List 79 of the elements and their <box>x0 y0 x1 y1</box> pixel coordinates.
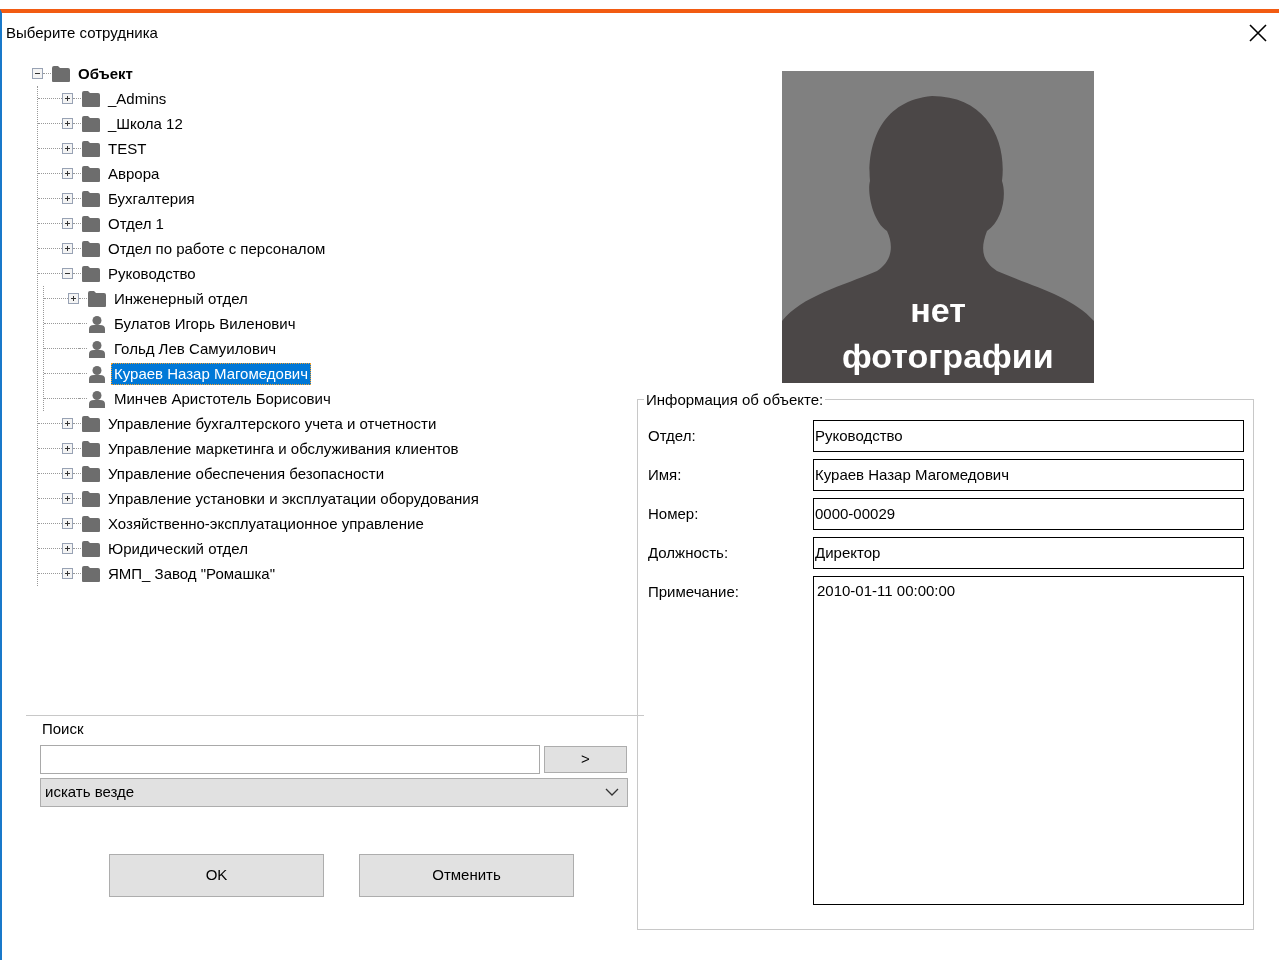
collapse-icon[interactable] <box>62 268 73 279</box>
field-label: Имя: <box>648 465 683 485</box>
expand-icon[interactable] <box>62 568 73 579</box>
folder-icon <box>81 139 101 158</box>
expand-icon[interactable] <box>62 443 73 454</box>
tree-item[interactable]: Инженерный отдел <box>111 287 251 310</box>
tree-item[interactable]: Управление маркетинга и обслуживания клиентов <box>105 437 462 460</box>
expand-icon[interactable] <box>62 93 73 104</box>
field-label: Примечание: <box>648 582 740 602</box>
folder-icon <box>81 264 101 283</box>
field-value[interactable]: Руководство <box>813 420 1244 452</box>
tree-item[interactable]: Объект <box>75 62 136 85</box>
tree-item[interactable]: Кураев Назар Магомедович <box>111 362 312 385</box>
expand-icon[interactable] <box>62 468 73 479</box>
note-field[interactable]: 2010-01-11 00:00:00 <box>813 576 1244 905</box>
tree-item[interactable]: Отдел 1 <box>105 212 167 235</box>
folder-icon <box>81 414 101 433</box>
expand-icon[interactable] <box>62 118 73 129</box>
field-label: Номер: <box>648 504 700 524</box>
tree-item[interactable]: Юридический отдел <box>105 537 251 560</box>
folder-icon <box>81 514 101 533</box>
tree-item[interactable]: ЯМП_ Завод "Ромашка" <box>105 562 278 585</box>
expand-icon[interactable] <box>62 243 73 254</box>
window-title: Выберите сотрудника <box>6 22 158 43</box>
expand-icon[interactable] <box>62 218 73 229</box>
folder-icon <box>81 114 101 133</box>
person-icon <box>87 389 107 408</box>
folder-icon <box>81 439 101 458</box>
close-icon[interactable] <box>1247 22 1269 44</box>
person-icon <box>87 314 107 333</box>
tree-item[interactable]: Управление установки и эксплуатации оборудования <box>105 487 482 510</box>
folder-icon <box>81 189 101 208</box>
tree-item[interactable]: Хозяйственно-эксплуатационное управление <box>105 512 427 535</box>
tree-item[interactable]: Отдел по работе с персоналом <box>105 237 329 260</box>
tree-item[interactable]: Аврора <box>105 162 163 185</box>
folder-icon <box>87 289 107 308</box>
tree-item[interactable]: Бухгалтерия <box>105 187 198 210</box>
tree-item[interactable]: Руководство <box>105 262 199 285</box>
folder-icon <box>81 214 101 233</box>
tree-item[interactable]: Минчев Аристотель Борисович <box>111 387 334 410</box>
person-icon <box>87 364 107 383</box>
search-field[interactable] <box>40 744 540 774</box>
expand-icon[interactable] <box>62 168 73 179</box>
tree-item[interactable]: _Школа 12 <box>105 112 186 135</box>
tree-item[interactable]: Управление обеспечения безопасности <box>105 462 388 485</box>
expand-icon[interactable] <box>62 193 73 204</box>
folder-icon <box>81 564 101 583</box>
folder-icon <box>81 89 101 108</box>
tree-item[interactable]: Булатов Игорь Виленович <box>111 312 299 335</box>
expand-icon[interactable] <box>62 543 73 554</box>
field-label: Должность: <box>648 543 730 563</box>
search-label: Поиск <box>42 719 85 739</box>
tree-item[interactable]: Гольд Лев Самуилович <box>111 337 280 360</box>
folder-icon <box>81 464 101 483</box>
field-value[interactable]: Кураев Назар Магомедович <box>813 459 1244 491</box>
ok-button[interactable]: OK <box>109 853 324 897</box>
collapse-icon[interactable] <box>32 68 43 79</box>
expand-icon[interactable] <box>68 293 79 304</box>
expand-icon[interactable] <box>62 518 73 529</box>
chevron-down-icon <box>605 788 619 796</box>
folder-icon <box>81 239 101 258</box>
folder-icon <box>51 64 71 83</box>
search-scope-dropdown[interactable]: искать везде <box>40 777 628 807</box>
folder-icon <box>81 489 101 508</box>
field-label: Отдел: <box>648 426 697 446</box>
expand-icon[interactable] <box>62 493 73 504</box>
folder-icon <box>81 164 101 183</box>
no-photo-caption: нет фотографии <box>841 290 1055 377</box>
field-value[interactable]: Директор <box>813 537 1244 569</box>
person-icon <box>87 339 107 358</box>
search-go-button[interactable]: > <box>544 745 627 773</box>
expand-icon[interactable] <box>62 418 73 429</box>
tree-item[interactable]: TEST <box>105 137 150 160</box>
field-value[interactable]: 0000-00029 <box>813 498 1244 530</box>
expand-icon[interactable] <box>62 143 73 154</box>
tree-item[interactable]: _Admins <box>105 87 170 110</box>
folder-icon <box>81 539 101 558</box>
cancel-button[interactable]: Отменить <box>359 853 574 897</box>
tree-item[interactable]: Управление бухгалтерского учета и отчетности <box>105 412 440 435</box>
